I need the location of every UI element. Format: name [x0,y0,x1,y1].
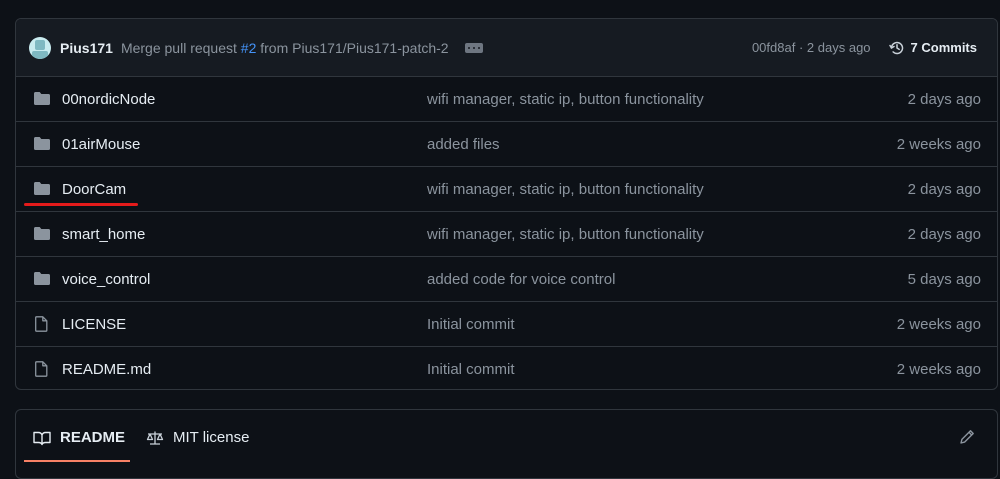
readme-tabs: README MIT license [16,410,997,466]
file-list: 00nordicNode wifi manager, static ip, bu… [16,77,997,389]
commits-count-link[interactable]: 7 Commits [911,40,977,55]
file-commit-age: 2 days ago [907,90,981,108]
file-name-link[interactable]: 01airMouse [62,136,140,153]
file-name-link[interactable]: LICENSE [62,316,126,333]
folder-icon [34,182,50,195]
file-commit-age: 2 weeks ago [896,315,981,333]
commit-author-link[interactable]: Pius171 [60,40,113,56]
book-icon [33,431,51,445]
file-row-6[interactable]: README.md Initial commit 2 weeks ago [16,347,997,389]
file-commit-message[interactable]: added files [427,136,500,153]
file-icon [35,361,48,377]
file-commit-age: 2 days ago [907,225,981,243]
file-commit-age: 2 weeks ago [896,135,981,153]
history-icon[interactable] [888,40,905,56]
latest-commit-bar: Pius171 Merge pull request #2 from Pius1… [16,19,997,77]
expand-message-button[interactable] [464,42,483,53]
file-name-link[interactable]: smart_home [62,226,145,243]
author-avatar[interactable] [29,36,51,59]
file-commit-message[interactable]: Initial commit [427,361,515,378]
commit-meta: 00fd8af · 2 days ago [752,40,871,55]
commit-message-suffix[interactable]: from Pius171/Pius171-patch-2 [260,40,448,56]
file-browser-panel: Pius171 Merge pull request #2 from Pius1… [15,18,998,390]
file-commit-age: 2 days ago [907,180,981,198]
file-row-1[interactable]: 01airMouse added files 2 weeks ago [16,122,997,167]
file-row-5[interactable]: LICENSE Initial commit 2 weeks ago [16,302,997,347]
readme-panel: README MIT license [15,409,998,479]
commit-time: 2 days ago [806,40,871,55]
file-icon [35,316,48,332]
commit-hash-link[interactable]: 00fd8af [752,40,795,55]
file-name-link[interactable]: README.md [62,361,151,378]
tab-readme[interactable]: README [33,429,125,446]
file-commit-message[interactable]: wifi manager, static ip, button function… [427,181,704,198]
commit-message-prefix[interactable]: Merge pull request [121,40,237,56]
tab-license-label: MIT license [173,429,250,446]
file-row-3[interactable]: smart_home wifi manager, static ip, butt… [16,212,997,257]
active-tab-underline [24,460,130,462]
pr-link[interactable]: #2 [241,40,257,56]
file-row-0[interactable]: 00nordicNode wifi manager, static ip, bu… [16,77,997,122]
file-commit-message[interactable]: added code for voice control [427,271,615,288]
tab-readme-label: README [60,429,126,446]
file-commit-message[interactable]: wifi manager, static ip, button function… [427,91,704,108]
file-commit-message[interactable]: Initial commit [427,316,515,333]
file-row-2[interactable]: DoorCam wifi manager, static ip, button … [16,167,997,212]
pencil-icon[interactable] [959,429,975,445]
file-commit-age: 2 weeks ago [896,361,981,378]
meta-separator: · [798,40,804,55]
law-icon [146,431,164,445]
file-name-link[interactable]: DoorCam [62,181,126,198]
file-name-link[interactable]: voice_control [62,271,150,288]
folder-icon [34,92,50,105]
folder-icon [34,227,50,240]
file-commit-age: 5 days ago [907,270,981,288]
file-commit-message[interactable]: wifi manager, static ip, button function… [427,226,704,243]
red-annotation-underline [24,203,138,206]
commit-message[interactable]: Merge pull request #2 from Pius171/Pius1… [121,40,449,56]
folder-icon [34,272,50,285]
file-name-link[interactable]: 00nordicNode [62,91,155,108]
file-row-4[interactable]: voice_control added code for voice contr… [16,257,997,302]
tab-license[interactable]: MIT license [146,429,249,446]
folder-icon [34,137,50,150]
